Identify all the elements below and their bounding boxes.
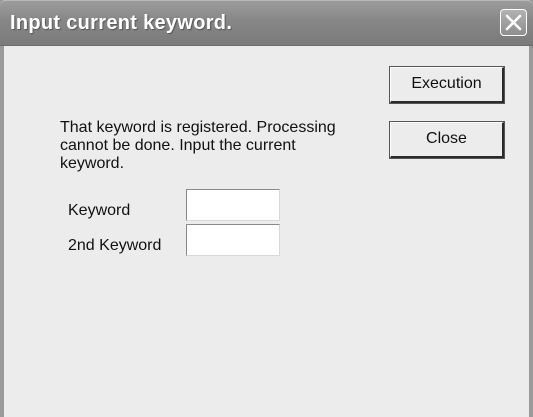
second-keyword-input[interactable] xyxy=(186,224,280,256)
keyword-input[interactable] xyxy=(186,189,280,221)
execution-button[interactable]: Execution xyxy=(389,66,505,104)
second-keyword-label: 2nd Keyword xyxy=(68,237,162,254)
dialog-body: Execution Close That keyword is register… xyxy=(4,46,529,417)
dialog-title: Input current keyword. xyxy=(10,12,233,34)
close-icon xyxy=(505,14,522,31)
keyword-dialog: Input current keyword. Execution Close T… xyxy=(0,0,533,417)
error-message: That keyword is registered. Processing c… xyxy=(60,119,336,172)
title-close-button[interactable] xyxy=(500,9,527,36)
title-bar[interactable]: Input current keyword. xyxy=(0,0,533,46)
keyword-label: Keyword xyxy=(68,202,131,219)
close-button[interactable]: Close xyxy=(389,121,505,159)
